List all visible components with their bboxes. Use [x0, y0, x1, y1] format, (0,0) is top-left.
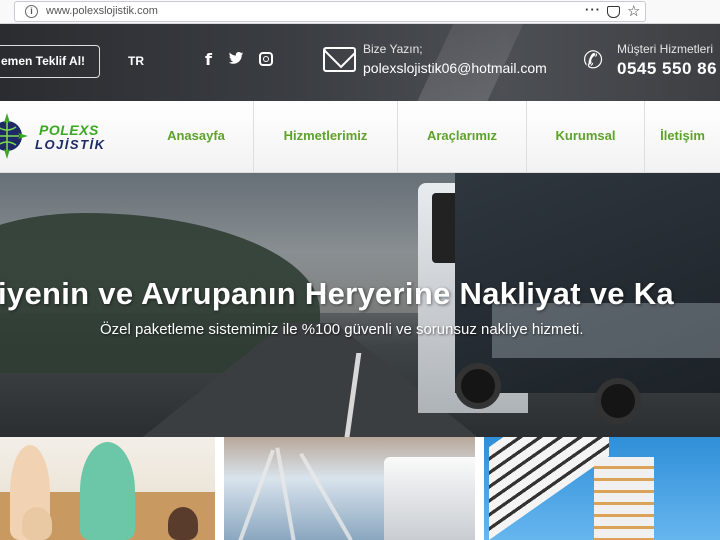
url-text[interactable]: www.polexslojistik.com	[46, 5, 158, 17]
phone-icon: ✆	[583, 46, 604, 74]
address-bar[interactable]: i www.polexslojistik.com ··· ☆	[14, 1, 646, 22]
pocket-icon[interactable]	[607, 6, 620, 18]
rail-line	[275, 447, 297, 540]
browser-toolbar: i www.polexslojistik.com ··· ☆	[0, 0, 720, 24]
facebook-icon[interactable]: f	[205, 50, 212, 69]
service-tile-home-moving[interactable]	[0, 437, 215, 540]
main-navbar: POLEXS LOJİSTİK Anasayfa Hizmetlerimiz A…	[0, 101, 720, 173]
service-tile-building[interactable]	[484, 437, 720, 540]
nav-item-araclarimiz[interactable]: Araçlarımız	[398, 101, 527, 173]
twitter-icon[interactable]	[228, 52, 244, 64]
email-link[interactable]: polexslojistik06@hotmail.com	[363, 60, 547, 76]
nav-item-hizmetlerimiz[interactable]: Hizmetlerimiz	[254, 101, 398, 173]
truck-image	[384, 457, 475, 540]
phone-label: Müşteri Hizmetleri	[617, 42, 714, 56]
globe-logo-icon[interactable]	[0, 113, 28, 159]
rail-line	[237, 449, 275, 540]
top-info-bar: emen Teklif Al! TR f Bize Yazın; polexsl…	[0, 24, 720, 101]
star-icon[interactable]: ☆	[627, 2, 640, 20]
hero-banner: iyenin ve Avrupanın Heryerine Nakliyat v…	[0, 173, 720, 437]
nav-item-anasayfa[interactable]: Anasayfa	[139, 101, 254, 173]
info-icon[interactable]: i	[25, 5, 38, 18]
get-quote-button[interactable]: emen Teklif Al!	[0, 45, 100, 78]
rail-line	[299, 452, 353, 540]
logo-text-bottom[interactable]: LOJİSTİK	[35, 137, 106, 152]
building-image	[489, 437, 609, 540]
phone-number[interactable]: 0545 550 86	[617, 59, 717, 79]
nav-item-iletisim[interactable]: İletişim	[645, 101, 720, 173]
language-selector[interactable]: TR	[128, 54, 144, 68]
person-image	[22, 507, 52, 540]
nav-menu: Anasayfa Hizmetlerimiz Araçlarımız Kurum…	[139, 101, 720, 173]
logo-text-top[interactable]: POLEXS	[39, 122, 99, 138]
hero-subtitle: Özel paketleme sistemimiz ile %100 güven…	[100, 321, 584, 338]
truck-wheel	[455, 363, 501, 409]
hero-title: iyenin ve Avrupanın Heryerine Nakliyat v…	[0, 276, 674, 311]
truck-wheel	[595, 378, 641, 424]
service-tile-transport[interactable]	[224, 437, 475, 540]
envelope-icon	[323, 47, 356, 72]
building-image	[594, 457, 654, 540]
nav-item-kurumsal[interactable]: Kurumsal	[527, 101, 645, 173]
more-dots-icon[interactable]: ···	[585, 2, 601, 17]
person-image	[168, 507, 198, 540]
instagram-icon[interactable]	[259, 52, 273, 66]
person-image	[80, 442, 135, 540]
mail-label: Bize Yazın;	[363, 42, 423, 56]
